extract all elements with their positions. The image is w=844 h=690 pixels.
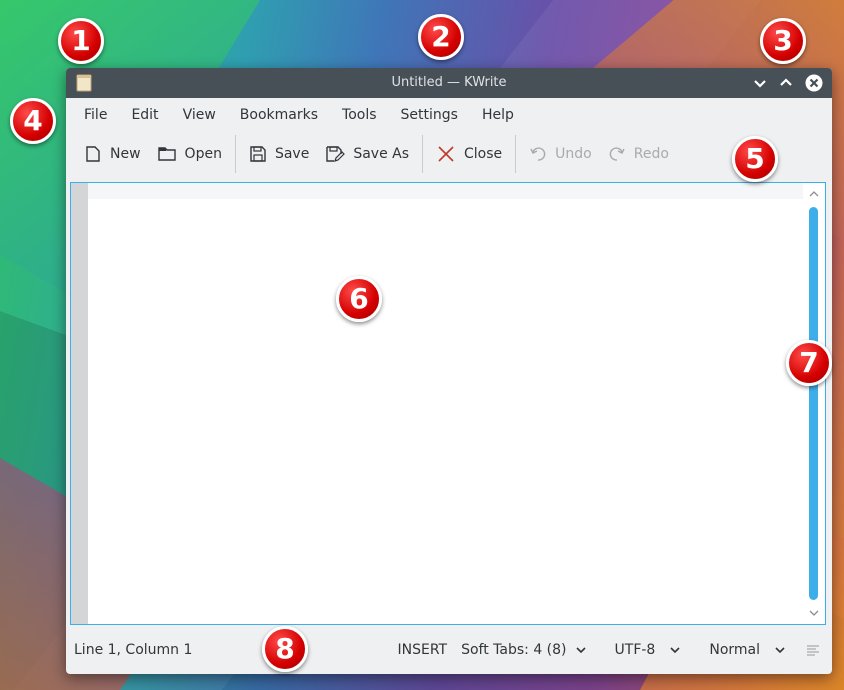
callout-badge-5: 5 (732, 136, 778, 182)
minimize-icon[interactable] (750, 73, 770, 93)
status-right-group: INSERT Soft Tabs: 4 (8) UTF-8 Normal (383, 642, 820, 658)
menu-bookmarks[interactable]: Bookmarks (228, 98, 330, 132)
callout-badge-1: 1 (58, 18, 104, 64)
toolbar-separator (422, 135, 424, 173)
vertical-scrollbar[interactable] (803, 183, 825, 624)
text-align-icon[interactable] (806, 643, 820, 657)
new-label: New (110, 146, 141, 162)
kwrite-window: Untitled — KWrite File Edit View Bookmar… (66, 68, 832, 674)
text-editor[interactable] (70, 182, 826, 625)
menu-view[interactable]: View (171, 98, 228, 132)
chevron-down-icon (670, 647, 680, 654)
save-as-label: Save As (353, 146, 410, 162)
scrollbar-thumb[interactable] (809, 207, 818, 600)
callout-badge-4: 4 (10, 98, 56, 144)
menu-tools[interactable]: Tools (330, 98, 389, 132)
toolbar-separator (515, 135, 517, 173)
new-button[interactable]: New (76, 137, 149, 171)
window-title: Untitled — KWrite (391, 75, 507, 90)
save-icon (250, 146, 266, 162)
toolbar-separator (234, 135, 236, 173)
encoding-dropdown[interactable]: UTF-8 (615, 642, 682, 658)
menu-edit[interactable]: Edit (119, 98, 170, 132)
new-document-icon (86, 146, 100, 162)
maximize-icon[interactable] (776, 73, 796, 93)
editor-gutter (71, 183, 88, 624)
undo-label: Undo (555, 146, 592, 162)
open-label: Open (184, 146, 222, 162)
menu-file[interactable]: File (72, 98, 119, 132)
scroll-up-icon[interactable] (807, 187, 821, 201)
save-button[interactable]: Save (241, 137, 317, 171)
text-input-area[interactable] (93, 183, 803, 624)
save-as-button[interactable]: Save As (317, 137, 417, 171)
open-button[interactable]: Open (149, 137, 230, 171)
menu-settings[interactable]: Settings (389, 98, 470, 132)
indentation-dropdown[interactable]: Soft Tabs: 4 (8) (461, 642, 586, 658)
undo-button[interactable]: Undo (521, 137, 600, 171)
save-label: Save (274, 146, 310, 162)
callout-badge-7: 7 (786, 340, 832, 386)
folder-open-icon (157, 147, 176, 161)
scroll-down-icon[interactable] (807, 606, 821, 620)
menu-bar: File Edit View Bookmarks Tools Settings … (66, 98, 832, 132)
save-as-icon (326, 146, 346, 162)
highlight-mode-label: Normal (709, 642, 760, 658)
close-x-icon (438, 146, 454, 162)
encoding-label: UTF-8 (614, 642, 656, 658)
title-bar[interactable]: Untitled — KWrite (66, 68, 832, 98)
redo-icon (609, 147, 625, 161)
chevron-down-icon (575, 647, 586, 654)
redo-button[interactable]: Redo (600, 137, 677, 171)
callout-badge-2: 2 (418, 14, 464, 60)
redo-label: Redo (633, 146, 669, 162)
input-mode[interactable]: INSERT (397, 642, 447, 658)
close-label: Close (464, 146, 503, 162)
main-toolbar: New Open Save Save As Close Undo Redo (66, 132, 832, 176)
close-button[interactable]: Close (428, 137, 510, 171)
callout-badge-3: 3 (760, 18, 806, 64)
status-bar: Line 1, Column 1 INSERT Soft Tabs: 4 (8)… (66, 630, 832, 670)
undo-icon (530, 147, 546, 161)
chevron-down-icon (775, 647, 785, 654)
callout-badge-8: 8 (262, 626, 308, 672)
cursor-position[interactable]: Line 1, Column 1 (74, 642, 192, 658)
indentation-label: Soft Tabs: 4 (8) (461, 642, 567, 658)
close-window-icon[interactable] (804, 73, 824, 93)
highlight-mode-dropdown[interactable]: Normal (709, 642, 786, 658)
callout-badge-6: 6 (336, 276, 382, 322)
menu-help[interactable]: Help (470, 98, 526, 132)
